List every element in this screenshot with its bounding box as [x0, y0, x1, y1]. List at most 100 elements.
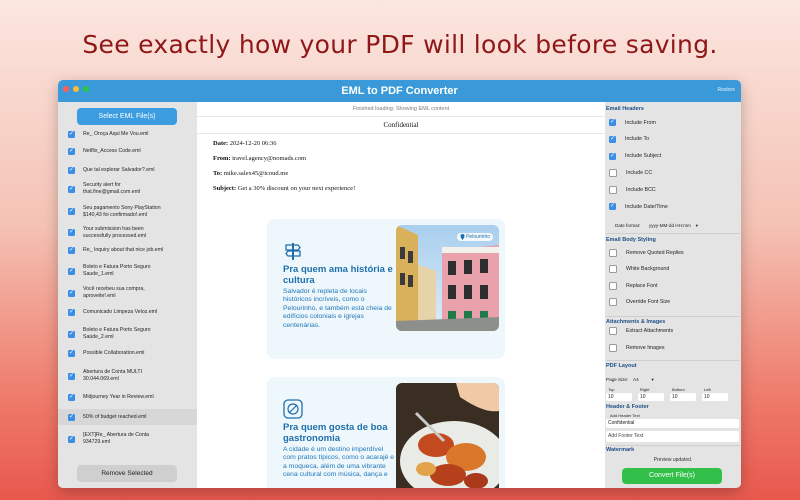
window-title: EML to PDF Converter [341, 85, 458, 97]
file-list-item[interactable]: ✓ Seu pagamento Sony PlayStation $140,43 … [58, 202, 197, 221]
preview-status: Preview updated. [653, 457, 693, 463]
attachments-section-title: Attachments & Images [606, 319, 666, 325]
body-styling-checkbox[interactable] [609, 281, 617, 290]
date-format-select[interactable]: yyyy-MM-dd HH:mm ▼ [649, 223, 699, 228]
select-eml-files-button[interactable]: Select EML File(s) [77, 108, 177, 125]
to-label: To: [213, 170, 223, 177]
header-checkbox[interactable]: ✓ [609, 119, 616, 126]
body-styling-option[interactable]: Override Font Size [609, 297, 671, 306]
divider [606, 316, 740, 317]
body-styling-option[interactable]: White Background [609, 265, 669, 274]
card-gastronomy-body: A cidade é um destino imperdível com pra… [283, 446, 395, 479]
body-styling-label: Replace Font [626, 282, 658, 289]
file-list-item[interactable]: ✓ Possible Collaboration.eml [58, 346, 197, 360]
file-checkbox[interactable]: ✓ [68, 330, 75, 338]
watermark-section-title: Watermark [606, 447, 635, 453]
file-checkbox[interactable]: ✓ [68, 166, 75, 174]
file-checkbox[interactable]: ✓ [68, 130, 75, 138]
file-checkbox[interactable]: ✓ [68, 372, 75, 380]
margin-bottom-input[interactable]: 10 [670, 393, 696, 401]
header-option[interactable]: Include CC [609, 169, 653, 178]
file-name: Você recebeu sua compra, aproveite!.eml [83, 286, 145, 299]
divider [606, 360, 740, 361]
file-checkbox[interactable]: ✓ [68, 147, 75, 155]
file-checkbox[interactable]: ✓ [68, 435, 75, 443]
attachment-checkbox[interactable] [609, 327, 617, 335]
file-name: Seu pagamento Sony PlayStation $140,43 f… [83, 204, 161, 218]
file-list-item[interactable]: ✓ Re_ Oroça Aqui Me Vou.eml [58, 128, 197, 140]
promo-card-gastronomy: Pra quem gosta de boa gastronomia A cida… [267, 377, 505, 488]
attachment-option[interactable]: Extract Attachments [609, 327, 673, 335]
header-option[interactable]: ✓ Include From [609, 119, 656, 126]
file-checkbox[interactable]: ✓ [68, 208, 75, 215]
header-text-input[interactable]: Confidential [606, 419, 739, 428]
body-styling-checkbox[interactable] [609, 265, 617, 274]
file-checkbox[interactable]: ✓ [68, 289, 75, 297]
margin-top-input[interactable]: 10 [606, 393, 632, 401]
header-checkbox[interactable] [609, 186, 617, 195]
attachment-option[interactable]: Remove Images [609, 344, 665, 352]
page-size-select[interactable]: A4 ▼ [633, 377, 655, 382]
file-list-item[interactable]: ✓ Midjourney Year in Review.eml [58, 390, 197, 404]
settings-panel: Email Headers ✓ Include From ✓ Include To ✓ I… [605, 102, 741, 488]
body-styling-option[interactable]: Remove Quoted Replies [609, 249, 684, 257]
header-checkbox[interactable]: ✓ [609, 203, 616, 210]
file-list-item[interactable]: ✓ Your submission has been successfully p… [58, 223, 197, 242]
header-option[interactable]: ✓ Include Subject [609, 152, 661, 160]
page-size-value: A4 [633, 377, 639, 382]
title-bar: EML to PDF Converter Restore [58, 80, 741, 102]
file-checkbox[interactable]: ✓ [68, 413, 75, 421]
body-styling-label: Override Font Size [626, 298, 671, 305]
file-list-item[interactable]: ✓ Boleto e Fatura Porto Seguro Saude_1.em… [58, 262, 197, 280]
restore-button[interactable]: Restore [717, 87, 735, 93]
convert-files-button[interactable]: Convert File(s) [622, 468, 722, 484]
promo-card-history: Pra quem ama história e cultura Salvador… [267, 219, 505, 359]
header-checkbox[interactable]: ✓ [609, 152, 616, 160]
file-list-item[interactable]: ✓ Que tal explorar Salvador?.eml [58, 163, 197, 177]
body-styling-checkbox[interactable] [609, 249, 617, 257]
file-list-item[interactable]: ✓ 50% of budget reached.eml [58, 409, 197, 425]
email-preview[interactable]: Finished loading: Showing EML content Co… [197, 102, 605, 488]
attachment-checkbox[interactable] [609, 344, 617, 352]
file-checkbox[interactable]: ✓ [68, 185, 75, 193]
file-name: Security alert for that.fine@gmail.com.e… [83, 182, 141, 195]
margin-right-input[interactable]: 10 [638, 393, 664, 401]
subject-value: Get a 30% discount on your next experien… [237, 185, 356, 192]
file-checkbox[interactable]: ✓ [68, 229, 75, 236]
file-list-item[interactable]: ✓ Comunicado Limpeza Veloz.eml [58, 305, 197, 319]
header-option[interactable]: Include BCC [609, 186, 656, 195]
chevron-down-icon: ▼ [694, 223, 699, 228]
file-list-item[interactable]: ✓ Netflix_Access Code.eml [58, 144, 197, 158]
file-checkbox[interactable]: ✓ [68, 349, 75, 357]
header-label: Include CC [626, 170, 653, 177]
header-label: Include Date/Time [625, 203, 668, 210]
file-list-item[interactable]: ✓ Boleto e Fatura Porto Seguro Saúde_2.em… [58, 325, 197, 343]
header-checkbox[interactable] [609, 169, 617, 178]
file-checkbox[interactable]: ✓ [68, 308, 75, 316]
body-styling-checkbox[interactable] [609, 297, 617, 306]
body-styling-option[interactable]: Replace Font [609, 281, 658, 290]
header-option[interactable]: ✓ Include Date/Time [609, 203, 668, 210]
file-list-item[interactable]: ✓ [EXT]Re_ Abertura de Conta 934729.eml [58, 430, 197, 448]
header-label: Include From [625, 119, 656, 126]
attachment-label: Extract Attachments [626, 328, 674, 334]
footer-text-input[interactable]: Add Footer Text [606, 431, 739, 442]
file-checkbox[interactable]: ✓ [68, 393, 75, 401]
margin-left-input[interactable]: 10 [702, 393, 728, 401]
pelourinho-photo: Pelourinho [396, 225, 499, 331]
location-tag-label: Pelourinho [466, 234, 490, 240]
header-checkbox[interactable]: ✓ [609, 135, 616, 143]
from-header: From: travel.agency@nomads.com [213, 155, 306, 162]
file-list-item[interactable]: ✓ Re_ Inquiry about that nice job.eml [58, 243, 197, 257]
file-checkbox[interactable]: ✓ [68, 246, 75, 254]
file-name: Boleto e Fatura Porto Seguro Saude_1.eml [83, 264, 151, 277]
file-list[interactable]: ✓ Re_ Oroça Aqui Me Vou.eml ✓ Netflix_Acces… [58, 128, 197, 460]
subject-header: Subject: Get a 30% discount on your next… [213, 185, 355, 192]
remove-selected-button[interactable]: Remove Selected [77, 465, 177, 482]
file-list-item[interactable]: ✓ Você recebeu sua compra, aproveite!.eml [58, 284, 197, 302]
file-checkbox[interactable]: ✓ [68, 267, 75, 275]
date-value: 2024-12-20 06:36 [229, 140, 277, 147]
file-list-item[interactable]: ✓ Security alert for that.fine@gmail.com.… [58, 180, 197, 198]
header-option[interactable]: ✓ Include To [609, 135, 649, 143]
file-list-item[interactable]: ✓ Abertura de Conta MULTI 30.044.069.eml [58, 367, 197, 385]
